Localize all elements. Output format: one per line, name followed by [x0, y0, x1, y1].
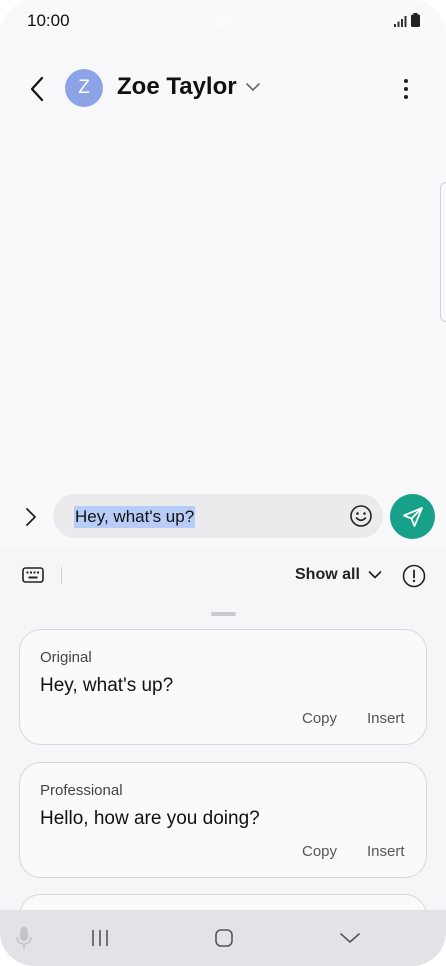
avatar-initial: Z [78, 77, 90, 98]
navigation-bar [0, 910, 446, 966]
suggestion-text: Hello, how are you doing? [40, 808, 260, 829]
emoji-icon[interactable] [349, 504, 373, 528]
show-all-button[interactable]: Show all [295, 566, 382, 584]
toolbar-divider [61, 567, 62, 584]
message-input-text[interactable]: Hey, what's up? [74, 506, 196, 528]
show-all-label: Show all [295, 566, 360, 583]
send-icon [402, 506, 423, 527]
expand-chevron-icon [26, 508, 36, 526]
hide-keyboard-button[interactable] [336, 924, 364, 952]
suggestion-text: Hey, what's up? [40, 675, 174, 696]
microphone-icon [16, 927, 32, 949]
drag-handle[interactable] [211, 612, 236, 616]
send-button[interactable] [390, 494, 435, 539]
suggestion-label: Professional [40, 782, 123, 799]
keyboard-icon[interactable] [21, 564, 45, 586]
battery-icon [411, 13, 420, 27]
suggestion-card-professional[interactable]: Professional Hello, how are you doing? C… [19, 762, 427, 878]
copy-button[interactable]: Copy [302, 710, 337, 727]
home-icon [215, 929, 233, 947]
home-button[interactable] [210, 924, 238, 952]
hide-keyboard-icon [340, 933, 360, 943]
status-time: 10:00 [27, 11, 70, 30]
back-arrow-icon [30, 76, 44, 102]
avatar[interactable]: Z [65, 69, 103, 107]
back-button[interactable] [22, 72, 52, 106]
chevron-down-icon[interactable] [244, 80, 262, 94]
voice-input-button[interactable] [12, 924, 36, 952]
insert-button[interactable]: Insert [367, 710, 405, 727]
status-icons [394, 13, 420, 27]
screen: 10:00 Z Zoe Taylor Hey, what's up? Show … [0, 0, 446, 966]
message-input[interactable]: Hey, what's up? [53, 494, 383, 538]
expand-button[interactable] [18, 502, 44, 532]
contact-name[interactable]: Zoe Taylor [117, 73, 237, 101]
recent-apps-button[interactable] [86, 924, 114, 952]
signal-icon [394, 16, 407, 27]
insert-button[interactable]: Insert [367, 843, 405, 860]
suggestion-label: Original [40, 649, 92, 666]
front-camera [214, 13, 230, 29]
more-vertical-icon [404, 79, 408, 83]
copy-button[interactable]: Copy [302, 843, 337, 860]
suggestion-card-original[interactable]: Original Hey, what's up? Copy Insert [19, 629, 427, 745]
chevron-down-icon [368, 571, 382, 579]
edge-panel-handle[interactable] [440, 182, 446, 322]
more-options-button[interactable] [394, 74, 418, 104]
info-icon[interactable] [402, 564, 426, 588]
recent-apps-icon [92, 930, 108, 946]
